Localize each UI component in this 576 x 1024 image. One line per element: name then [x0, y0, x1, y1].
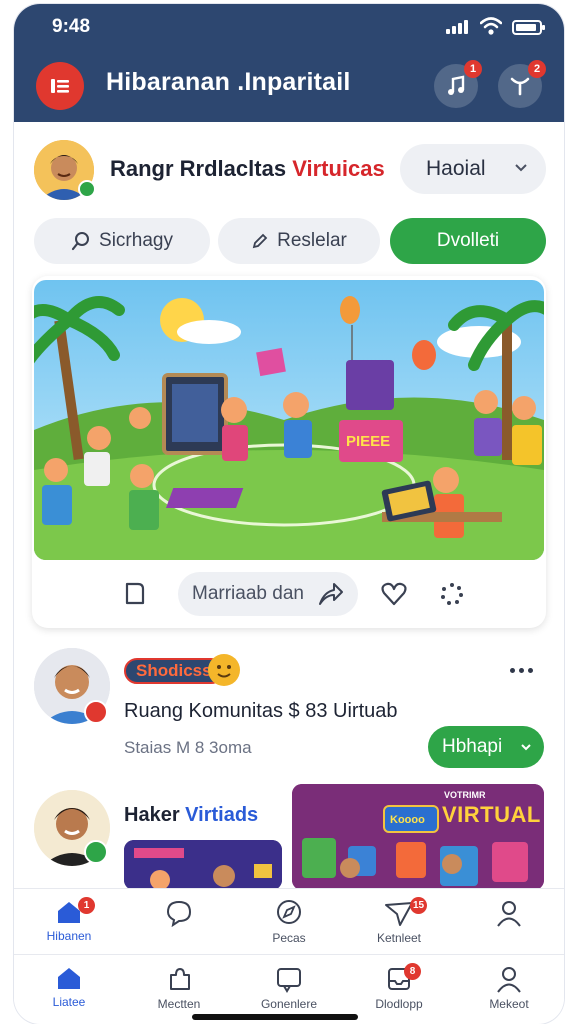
post-subtitle: Staias M 8 3oma: [124, 738, 252, 757]
nav2-messages-label: Gonenlere: [260, 997, 318, 1011]
app-frame: 9:48 Hibaranan .Inparitail 1 2 Rangr Rrd…: [14, 4, 564, 1024]
menu-button[interactable]: [36, 62, 84, 110]
banner-sign: Koooo: [390, 814, 425, 826]
compass-icon: [277, 900, 301, 924]
profile-name: Rangr Rrdlacltas Virtuicas: [110, 156, 385, 182]
profile-name-accent: Virtuicas: [292, 156, 385, 181]
nav2-profile[interactable]: Mekeot: [454, 955, 564, 1020]
banner-title: VIRTUAL: [442, 802, 541, 827]
nav2-inbox-badge: 8: [404, 963, 421, 980]
chevron-down-icon: [515, 164, 527, 172]
music-button[interactable]: 1: [434, 60, 482, 108]
menu-icon: [51, 79, 69, 93]
top-app-bar: 9:48 Hibaranan .Inparitail 1 2: [14, 4, 564, 122]
share-icon[interactable]: [316, 580, 344, 608]
battery-icon: [512, 20, 545, 35]
chip-edit-label: Reslelar: [277, 230, 347, 251]
category-select[interactable]: Haoial: [400, 144, 546, 194]
nav2-games-label: Mectten: [157, 997, 201, 1011]
nav-home-badge: 1: [78, 897, 95, 914]
home-indicator[interactable]: [192, 1014, 358, 1020]
card-actions: Marriaab dan: [32, 570, 546, 620]
nav-send[interactable]: 15 Ketnleet: [344, 889, 454, 952]
status-time: 9:48: [52, 16, 91, 37]
nav-profile[interactable]: [454, 889, 564, 952]
smile-emoji-icon: [208, 654, 240, 686]
more-options-icon[interactable]: [510, 668, 533, 673]
virtual-banner[interactable]: VOTRIMR VIRTUAL Koooo: [292, 784, 544, 890]
category-select-value: Haoial: [426, 157, 486, 180]
chip-edit[interactable]: Reslelar: [218, 218, 380, 264]
person-icon: [497, 901, 521, 927]
loading-icon: [441, 583, 463, 605]
filter-button[interactable]: 2: [498, 60, 546, 108]
filter-icon: [510, 77, 530, 96]
nav-chat[interactable]: [124, 889, 234, 952]
chip-search-label: Sicrhagy: [99, 230, 173, 251]
wifi-icon: [480, 17, 502, 35]
heart-icon[interactable]: [380, 580, 408, 608]
join-button-label: Hbhapi: [442, 736, 503, 757]
post-author-status: [84, 700, 108, 724]
chevron-down-icon: [521, 744, 531, 751]
bookmark-icon[interactable]: [122, 580, 148, 608]
signal-icon: [446, 20, 468, 34]
feed-card: PIEEE Marriaab dan: [32, 276, 546, 628]
comment-placeholder: Marriaab dan: [192, 583, 304, 604]
nav2-home[interactable]: Liatee: [14, 955, 124, 1020]
nav-explore[interactable]: Pecas: [234, 889, 344, 952]
chip-action[interactable]: Dvolleti: [390, 218, 546, 264]
nav-send-badge: 15: [410, 897, 427, 914]
message-icon: [277, 968, 301, 993]
post2-author-status: [84, 840, 108, 864]
banner-small-text: VOTRIMR: [444, 790, 486, 800]
post2-thumbnail[interactable]: [124, 840, 282, 890]
nav-home-label: Hibanen: [46, 929, 92, 943]
post2-title-accent: Virtiads: [185, 804, 259, 826]
home-icon: [58, 968, 80, 989]
nav2-profile-label: Mekeot: [489, 997, 529, 1011]
status-bar: 9:48: [14, 14, 564, 40]
app-title: Hibaranan .Inparitail: [106, 68, 351, 96]
nav-send-label: Ketnleet: [376, 931, 422, 945]
post2-title-main: Haker: [124, 804, 180, 826]
notification-badge: 2: [528, 60, 546, 78]
person-icon: [497, 967, 521, 993]
join-button[interactable]: Hbhapi: [428, 726, 544, 768]
music-note-icon: [448, 75, 465, 95]
post-title: Ruang Komunitas $ 83 Uirtuab: [124, 700, 398, 722]
nav-explore-label: Pecas: [272, 931, 306, 945]
nav2-home-label: Liatee: [52, 995, 86, 1009]
music-badge: 1: [464, 60, 482, 78]
feed-hero-image[interactable]: PIEEE: [34, 280, 544, 560]
chip-search[interactable]: Sicrhagy: [34, 218, 210, 264]
nav2-inbox-label: Dlodlopp: [375, 997, 423, 1011]
online-indicator: [78, 180, 96, 198]
puzzle-icon: [170, 968, 190, 990]
hero-sign-text: PIEEE: [346, 433, 390, 450]
chat-bubble-icon: [166, 900, 192, 927]
post2-title: Haker Virtiads: [124, 804, 258, 827]
chip-action-label: Dvolleti: [436, 230, 500, 251]
nav2-games[interactable]: Mectten: [124, 955, 234, 1020]
tab-bar-secondary: Liatee Mectten Gonenlere 8 Dlodlopp Meke…: [14, 954, 564, 1020]
tab-bar-primary: 1 Hibanen Pecas 15 Ketnleet: [14, 888, 564, 952]
pencil-icon: [252, 233, 268, 249]
nav2-inbox[interactable]: 8 Dlodlopp: [344, 955, 454, 1020]
profile-name-main: Rangr Rrdlacltas: [110, 156, 287, 181]
nav2-messages[interactable]: Gonenlere: [234, 955, 344, 1020]
nav-home[interactable]: 1 Hibanen: [14, 889, 124, 952]
search-icon: [71, 232, 90, 251]
